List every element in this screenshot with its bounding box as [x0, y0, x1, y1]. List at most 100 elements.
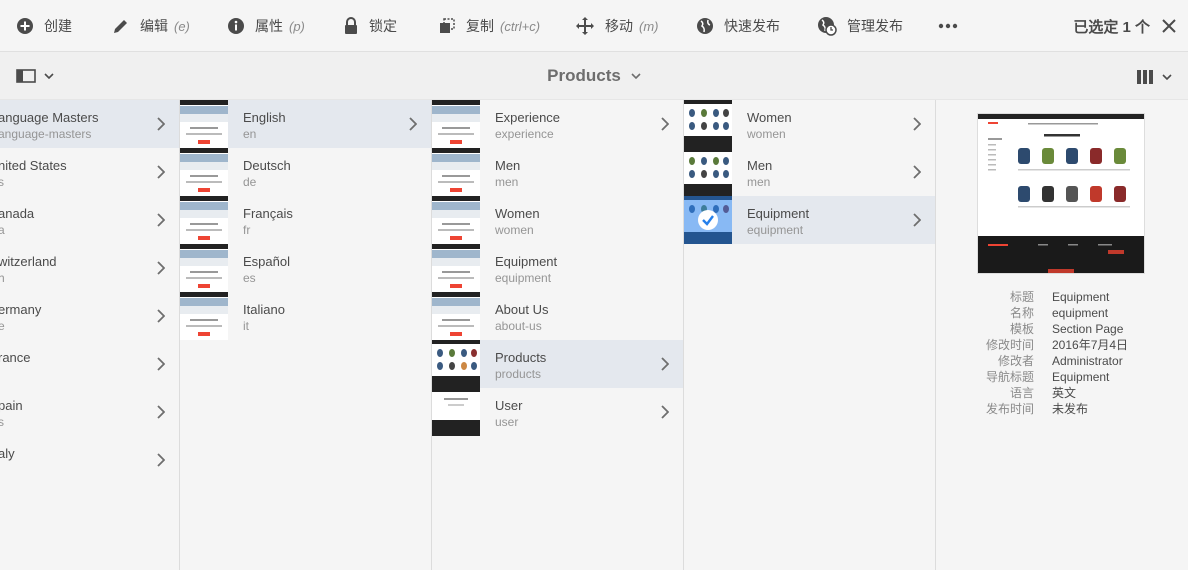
item-title: Women: [747, 110, 792, 125]
column-sites: anguage Masters anguage-masters nited Sta…: [0, 100, 180, 570]
column-item[interactable]: Français fr: [180, 196, 431, 244]
detail-value: 未发布: [1052, 402, 1089, 416]
detail-row: 修改者 Administrator: [936, 353, 1188, 369]
item-name: anguage-masters: [0, 127, 92, 141]
item-title: Equipment: [495, 254, 558, 269]
chevron-right-icon: [157, 213, 165, 227]
column-item[interactable]: witzerland h: [0, 244, 179, 292]
column-item[interactable]: Italiano it: [180, 292, 431, 340]
column-products: Women women Men men Equipment equipment: [684, 100, 936, 570]
item-name: en: [243, 127, 257, 141]
pencil-icon: [114, 20, 127, 33]
item-name: experience: [495, 127, 554, 141]
item-name: products: [495, 367, 542, 381]
column-item[interactable]: nited States s: [0, 148, 179, 196]
create-button[interactable]: 创建: [16, 0, 72, 52]
detail-row: 模板 Section Page: [936, 321, 1188, 337]
detail-value: Equipment: [1052, 370, 1110, 384]
column-item[interactable]: Experience experience: [432, 100, 683, 148]
detail-value: 英文: [1052, 386, 1077, 400]
item-name: it: [243, 319, 249, 333]
copy-button[interactable]: 复制 (ctrl+c): [438, 0, 540, 52]
item-name: e: [0, 319, 5, 333]
column-item[interactable]: pain s: [0, 388, 179, 436]
column-item[interactable]: Equipment equipment: [684, 196, 935, 244]
detail-value: 2016年7月4日: [1052, 338, 1129, 352]
column-item[interactable]: Equipment equipment: [432, 244, 683, 292]
more-button[interactable]: [938, 0, 968, 52]
column-item[interactable]: English en: [180, 100, 431, 148]
page-thumbnail: [684, 148, 732, 196]
column-item[interactable]: rance: [0, 340, 179, 388]
chevron-right-icon: [913, 165, 921, 179]
lock-label: 锁定: [369, 18, 397, 34]
column-item[interactable]: Men men: [684, 148, 935, 196]
column-item[interactable]: anada a: [0, 196, 179, 244]
column-item[interactable]: ermany e: [0, 292, 179, 340]
copy-label: 复制: [466, 18, 494, 34]
page-thumbnail-selected: [684, 196, 732, 244]
edit-shortcut: (e): [174, 18, 190, 34]
item-name: a: [0, 223, 5, 237]
page-thumbnail: [432, 292, 480, 340]
create-label: 创建: [44, 18, 72, 34]
page-thumbnail: [180, 292, 228, 340]
globe-icon: [697, 18, 713, 34]
item-name: s: [0, 175, 4, 189]
column-item[interactable]: Español es: [180, 244, 431, 292]
page-thumbnail: [180, 100, 228, 148]
detail-row: 名称 equipment: [936, 305, 1188, 321]
chevron-right-icon: [661, 405, 669, 419]
move-button[interactable]: 移动 (m): [575, 0, 659, 52]
page-thumbnail: [432, 388, 480, 436]
column-item[interactable]: Men men: [432, 148, 683, 196]
column-item[interactable]: Products products: [432, 340, 683, 388]
item-name: equipment: [747, 223, 804, 237]
item-name: men: [495, 175, 519, 189]
item-title: Experience: [495, 110, 561, 125]
chevron-right-icon: [913, 213, 921, 227]
move-label: 移动: [605, 18, 633, 34]
page-thumbnail: [432, 244, 480, 292]
page-thumbnail: [432, 340, 480, 388]
column-item[interactable]: Deutsch de: [180, 148, 431, 196]
page-details: 标题 Equipment 名称 equipment 模板 Section Page 修…: [936, 289, 1188, 417]
column-item[interactable]: aly: [0, 436, 179, 484]
copy-icon: [440, 18, 455, 33]
page-title[interactable]: Products: [0, 52, 1188, 100]
quick-publish-button[interactable]: 快速发布: [696, 0, 780, 52]
item-title: Español: [243, 254, 290, 269]
lock-button[interactable]: 锁定: [343, 0, 397, 52]
item-title: anguage Masters: [0, 110, 99, 125]
item-name: user: [495, 415, 519, 429]
detail-key: 名称: [1009, 306, 1034, 320]
edit-label: 编辑: [140, 18, 168, 34]
chevron-right-icon: [661, 117, 669, 131]
chevron-right-icon: [157, 165, 165, 179]
close-icon[interactable]: [1162, 19, 1176, 33]
item-name: women: [495, 223, 534, 237]
column-item[interactable]: User user: [432, 388, 683, 436]
item-title: Français: [243, 206, 293, 221]
edit-button[interactable]: 编辑 (e): [112, 0, 190, 52]
column-item[interactable]: anguage Masters anguage-masters: [0, 100, 179, 148]
lock-icon: [345, 17, 357, 34]
column-item[interactable]: Women women: [684, 100, 935, 148]
column-item[interactable]: About Us about-us: [432, 292, 683, 340]
chevron-right-icon: [157, 453, 165, 467]
manage-publication-button[interactable]: 管理发布: [817, 0, 903, 52]
properties-label: 属性: [255, 18, 283, 34]
column-item[interactable]: Women women: [432, 196, 683, 244]
item-name: women: [747, 127, 786, 141]
chevron-right-icon: [157, 117, 165, 131]
item-title: Equipment: [747, 206, 810, 221]
detail-key: 语言: [1009, 386, 1034, 400]
view-switcher-button[interactable]: [1136, 69, 1172, 85]
detail-key: 导航标题: [985, 370, 1034, 384]
properties-button[interactable]: 属性 (p): [227, 0, 305, 52]
item-title: witzerland: [0, 254, 57, 269]
detail-key: 修改者: [997, 354, 1034, 368]
page-thumbnail: [180, 244, 228, 292]
item-name: about-us: [495, 319, 542, 333]
item-title: Deutsch: [243, 158, 291, 173]
